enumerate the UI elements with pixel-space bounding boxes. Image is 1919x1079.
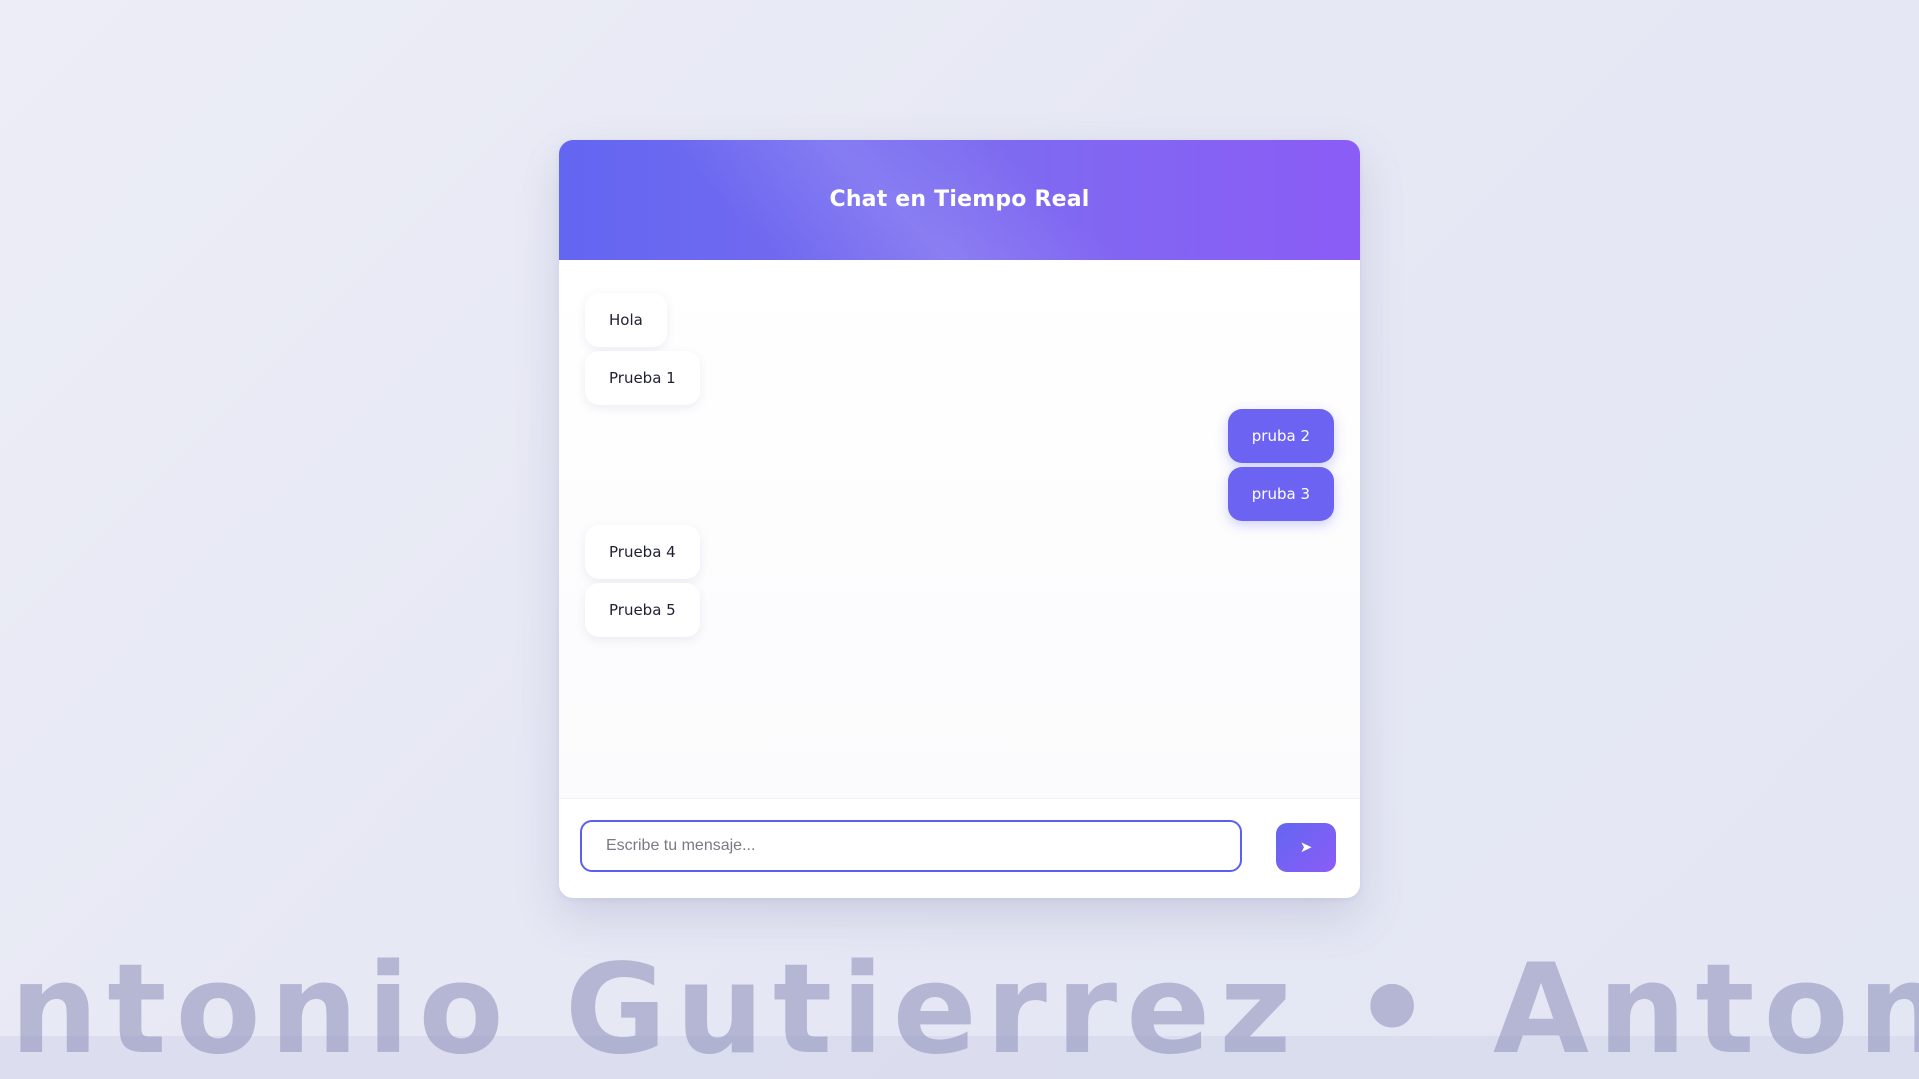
message-input[interactable] — [580, 820, 1242, 872]
messages-list[interactable]: Hola Prueba 1 pruba 2 pruba 3 Prueba 4 P… — [559, 260, 1360, 798]
message-sent: pruba 3 — [1227, 467, 1334, 521]
watermark-text: Antonio Gutierrez • Antonio Gutierrez • … — [0, 940, 1919, 1079]
message-composer: ➤ — [559, 798, 1360, 898]
chat-container: Chat en Tiempo Real Hola Prueba 1 pruba … — [559, 140, 1360, 898]
message-sent: pruba 2 — [1227, 409, 1334, 463]
message-received: Prueba 1 — [585, 351, 700, 405]
chat-title: Chat en Tiempo Real — [829, 187, 1090, 212]
send-button[interactable]: ➤ — [1276, 823, 1336, 872]
message-received: Prueba 5 — [585, 583, 700, 637]
message-received: Hola — [585, 293, 667, 347]
message-received: Prueba 4 — [585, 525, 700, 579]
watermark-marquee: Antonio Gutierrez • Antonio Gutierrez • … — [0, 940, 1919, 1079]
chat-header: Chat en Tiempo Real — [559, 140, 1360, 260]
send-icon: ➤ — [1299, 838, 1313, 856]
